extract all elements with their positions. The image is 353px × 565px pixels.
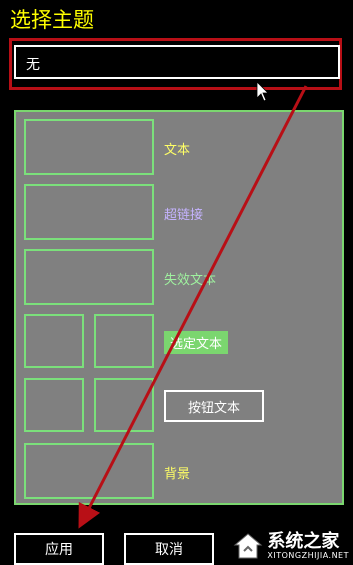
watermark-sub: XITONGZHIJIA.NET	[267, 550, 349, 560]
theme-preview-panel: 文本 超链接 失效文本 选定文本 按钮文本 背景	[14, 110, 344, 505]
link-color-swatch[interactable]	[24, 184, 154, 240]
theme-select-value: 无	[26, 57, 40, 73]
selected-text-fg-swatch[interactable]	[24, 314, 84, 368]
watermark: 系统之家 XITONGZHIJIA.NET	[233, 531, 349, 561]
selected-text-bg-swatch[interactable]	[94, 314, 154, 368]
watermark-main: 系统之家	[267, 530, 340, 552]
background-color-swatch[interactable]	[24, 443, 154, 499]
disabled-text-label: 失效文本	[164, 273, 217, 288]
window-title: 选择主题	[10, 8, 94, 32]
button-text-bg-swatch[interactable]	[94, 378, 154, 432]
text-label: 文本	[164, 143, 191, 158]
theme-select[interactable]: 无	[14, 45, 340, 79]
button-text-sample: 按钮文本	[164, 390, 264, 422]
apply-button[interactable]: 应用	[14, 533, 104, 565]
cancel-button[interactable]: 取消	[124, 533, 214, 565]
background-label: 背景	[164, 467, 191, 482]
disabled-text-color-swatch[interactable]	[24, 249, 154, 305]
button-text-fg-swatch[interactable]	[24, 378, 84, 432]
selected-text-label: 选定文本	[164, 331, 229, 354]
text-color-swatch[interactable]	[24, 119, 154, 175]
house-logo-icon	[234, 533, 263, 559]
link-label: 超链接	[164, 208, 204, 223]
